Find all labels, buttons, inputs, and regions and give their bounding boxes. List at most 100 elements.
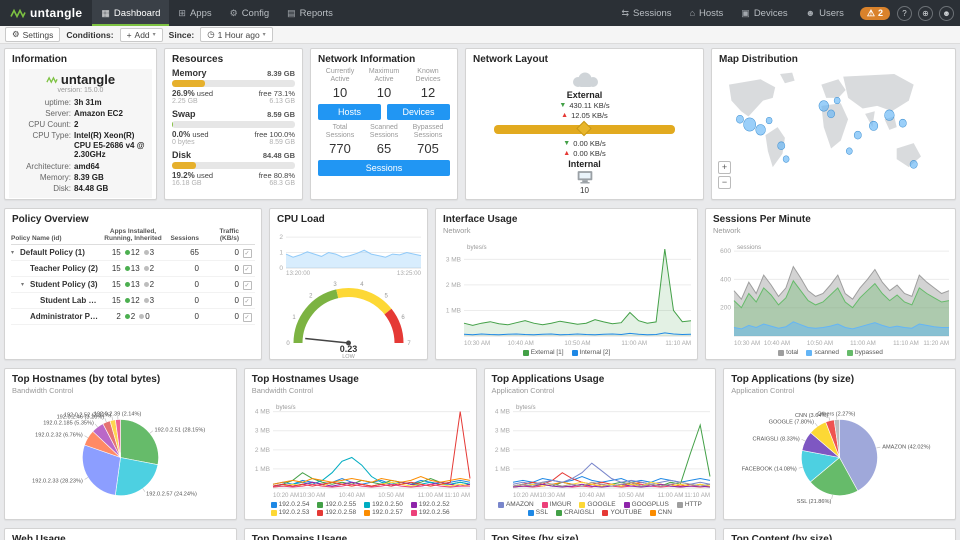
since-select[interactable]: ◷ 1 Hour ago ▾ [200, 27, 273, 42]
widget-network-layout: Network Layout External ▼430.11 KB/s ▲12… [465, 48, 704, 200]
legend-item[interactable]: GOOGLE [579, 501, 615, 508]
nav-tab-config[interactable]: ⚙ Config [221, 0, 279, 26]
nav-item-sessions[interactable]: ⇆ Sessions [612, 8, 680, 19]
used-pct: 0.0% used [172, 130, 209, 139]
svg-text:192.0.2.39 (2.14%): 192.0.2.39 (2.14%) [94, 411, 142, 417]
svg-text:13:20:00: 13:20:00 [286, 270, 311, 277]
widget-web-usage: Web Usage [4, 528, 237, 540]
legend-item[interactable]: bypassed [847, 349, 883, 356]
edit-policy-icon[interactable]: ✓ [243, 265, 252, 274]
legend-item[interactable]: 192.0.2.52 [411, 501, 450, 508]
legend-item[interactable]: 192.0.2.53 [271, 509, 310, 516]
swap-bar-fill [172, 121, 173, 128]
nav-item-devices[interactable]: ▣ Devices [732, 8, 796, 19]
svg-text:10:20 AM: 10:20 AM [273, 492, 299, 499]
information-body: untangle version: 15.0.0 uptime:3h 31m S… [9, 69, 152, 198]
legend-item[interactable]: 192.0.2.57 [364, 509, 403, 516]
nav-item-users[interactable]: ☻ Users [797, 8, 853, 19]
svg-text:sessions: sessions [737, 244, 761, 251]
legend-item[interactable]: 192.0.2.50 [364, 501, 403, 508]
legend-item[interactable]: External [1] [523, 349, 564, 356]
info-value: 8.39 GB [74, 173, 104, 183]
policy-row[interactable]: ▾Default Policy (1) 15123 65 0 ✓ [11, 245, 255, 261]
dashboard-grid: Information untangle version: 15.0.0 upt… [0, 44, 960, 540]
running-count: 13 [125, 280, 140, 289]
free-pct: free 80.8% [259, 171, 295, 180]
legend-item[interactable]: AMAZON [498, 501, 534, 508]
resource-total: 8.39 GB [267, 69, 295, 78]
legend-swatch [411, 510, 417, 516]
untangle-logo[interactable]: untangle [0, 0, 92, 26]
interface-bar[interactable] [494, 125, 676, 134]
legend-item[interactable]: 192.0.2.54 [271, 501, 310, 508]
zoom-in-button[interactable]: + [718, 161, 731, 174]
information-version: version: 15.0.0 [13, 87, 148, 94]
policy-row[interactable]: Student Lab Policy (4) 15123 0 0 ✓ [11, 293, 255, 309]
nav-tab-dashboard[interactable]: ▦ Dashboard [92, 0, 169, 26]
upload-arrow-icon: ▲ [561, 112, 568, 119]
resource-total: 84.48 GB [263, 151, 295, 160]
conditions-label: Conditions: [66, 30, 113, 40]
policy-row[interactable]: Administrator Policy (7) 220 0 0 ✓ [11, 309, 255, 325]
legend-swatch [806, 350, 812, 356]
map-distribution-body[interactable]: + − [712, 66, 955, 199]
legend-item[interactable]: 192.0.2.56 [411, 509, 450, 516]
information-brand: untangle [13, 72, 148, 87]
hosts-button[interactable]: Hosts [318, 104, 381, 120]
tree-caret-icon[interactable]: ▾ [11, 249, 18, 256]
nav-item-hosts[interactable]: ⌂ Hosts [681, 8, 733, 19]
info-value: Intel(R) Xeon(R) CPU E5-2686 v4 @ 2.30GH… [74, 131, 148, 160]
legend-item[interactable]: GOOGPLUS [624, 501, 669, 508]
svg-text:10:20 AM: 10:20 AM [513, 492, 539, 499]
internal-upload-rate: ▲0.00 KB/s [563, 149, 605, 158]
sessions-per-minute-chart: 60040020010:30 AM10:40 AM10:50 AM11:00 A… [706, 236, 955, 348]
settings-button[interactable]: ⚙ Settings [5, 27, 60, 42]
global-button[interactable]: ⊕ [918, 6, 933, 21]
legend-swatch [317, 510, 323, 516]
legend-item[interactable]: scanned [806, 349, 839, 356]
nav-tab-label: Reports [300, 8, 333, 19]
free-amount: 68.3 GB [269, 180, 295, 187]
edit-policy-icon[interactable]: ✓ [243, 297, 252, 306]
svg-text:bytes/s: bytes/s [276, 404, 296, 411]
policy-row[interactable]: ▾Student Policy (3) 15132 0 0 ✓ [11, 277, 255, 293]
svg-text:11:20 AM: 11:20 AM [923, 340, 949, 347]
sessions-button[interactable]: Sessions [318, 160, 450, 176]
edit-policy-icon[interactable]: ✓ [243, 313, 252, 322]
help-button[interactable]: ? [897, 6, 912, 21]
add-condition-button[interactable]: + Add ▾ [120, 28, 163, 42]
widget-interface-usage: Interface Usage Network 3 MB2 MB1 MB10:3… [435, 208, 698, 360]
legend-item[interactable]: total [778, 349, 798, 356]
resource-total: 8.59 GB [267, 110, 295, 119]
legend-item[interactable]: SSL [528, 509, 548, 516]
plus-icon: + [127, 30, 132, 40]
widget-title: Interface Usage [436, 209, 697, 226]
edit-policy-icon[interactable]: ✓ [243, 249, 252, 258]
widget-top-applications-usage: Top Applications Usage Application Contr… [484, 368, 717, 520]
legend-item[interactable]: IMGUR [542, 501, 572, 508]
legend-item[interactable]: HTTP [677, 501, 702, 508]
legend-item[interactable]: YOUTUBE [602, 509, 641, 516]
widget-subtitle: Bandwidth Control [245, 386, 476, 396]
policy-row[interactable]: Teacher Policy (2) 15132 0 0 ✓ [11, 261, 255, 277]
tree-caret-icon[interactable]: ▾ [21, 281, 28, 288]
alerts-button[interactable]: ⚠ 2 [860, 7, 890, 20]
apps-icon: ⊞ [178, 8, 186, 19]
chart-legend: External [1] Internal [2] [436, 348, 697, 359]
untangle-wave-icon [10, 8, 26, 19]
nav-tab-apps[interactable]: ⊞ Apps [169, 0, 220, 26]
legend-swatch [650, 510, 656, 516]
edit-policy-icon[interactable]: ✓ [243, 281, 252, 290]
legend-item[interactable]: 192.0.2.58 [317, 509, 356, 516]
zoom-out-button[interactable]: − [718, 176, 731, 189]
account-button[interactable]: ☻ [939, 6, 954, 21]
legend-item[interactable]: CNN [650, 509, 672, 516]
svg-text:192.0.2.32 (6.76%): 192.0.2.32 (6.76%) [35, 433, 83, 439]
legend-swatch [364, 502, 370, 508]
legend-item[interactable]: Internal [2] [572, 349, 611, 356]
nav-tab-reports[interactable]: ▤ Reports [278, 0, 342, 26]
legend-item[interactable]: CRAIGSLI [556, 509, 594, 516]
legend-item[interactable]: 192.0.2.55 [317, 501, 356, 508]
nav-tab-label: Config [242, 8, 269, 19]
devices-button[interactable]: Devices [387, 104, 450, 120]
